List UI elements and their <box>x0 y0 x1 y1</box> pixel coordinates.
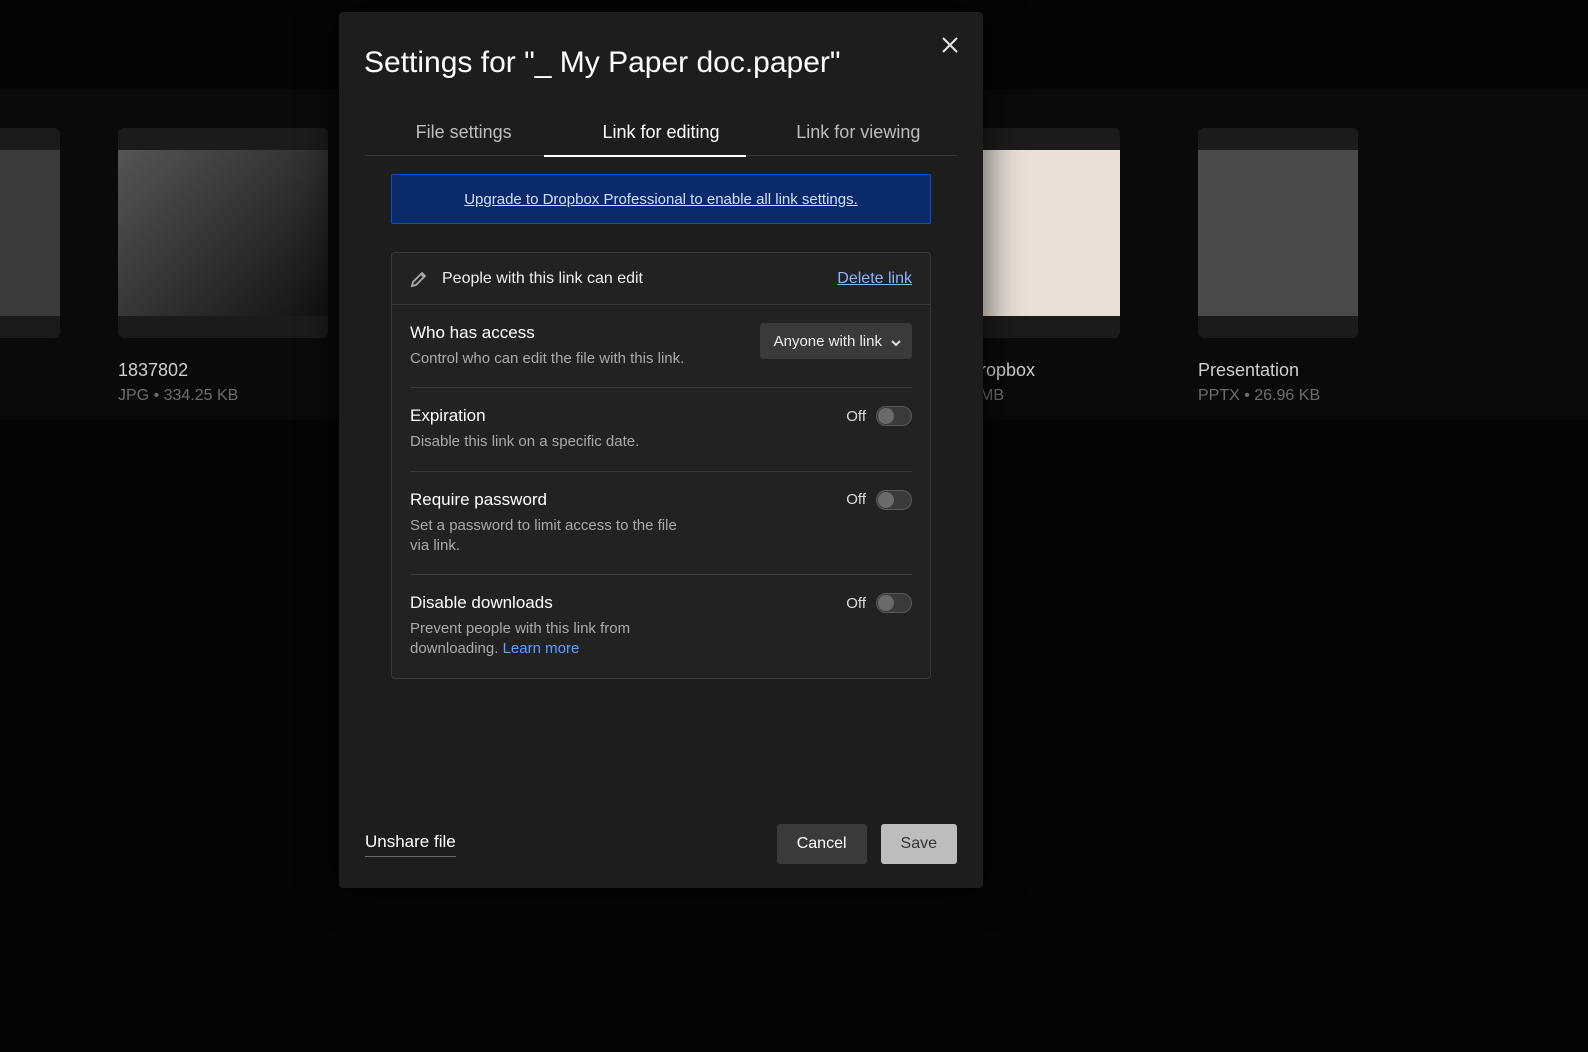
active-tab-indicator <box>544 155 746 157</box>
cancel-button[interactable]: Cancel <box>777 824 867 864</box>
file-card: 1837802 JPG • 334.25 KB <box>118 128 328 405</box>
unshare-file-link[interactable]: Unshare file <box>365 832 456 857</box>
setting-desc: Set a password to limit access to the fi… <box>410 516 690 557</box>
tabs: File settings Link for editing Link for … <box>365 108 957 156</box>
toggle-knob <box>878 492 894 508</box>
file-thumb <box>1198 128 1358 338</box>
setting-desc: Disable this link on a specific date. <box>410 432 690 452</box>
setting-title: Who has access <box>410 323 760 343</box>
delete-link[interactable]: Delete link <box>837 270 912 288</box>
file-card: er?dl=0 <box>0 128 60 387</box>
setting-desc: Prevent people with this link from downl… <box>410 619 690 660</box>
tab-link-for-viewing[interactable]: Link for viewing <box>760 108 957 156</box>
toggle-knob <box>878 408 894 424</box>
file-name: ropbox <box>980 360 1120 381</box>
chevron-down-icon <box>890 336 902 353</box>
file-name: 1837802 <box>118 360 328 381</box>
toggle-knob <box>878 595 894 611</box>
file-thumb <box>0 128 60 338</box>
file-thumb <box>980 128 1120 338</box>
file-meta: PPTX • 26.96 KB <box>1198 387 1358 405</box>
row-expiration: Expiration Disable this link on a specif… <box>392 388 930 470</box>
close-button[interactable] <box>939 34 961 56</box>
file-name: Presentation <box>1198 360 1358 381</box>
setting-title: Expiration <box>410 406 846 426</box>
downloads-toggle[interactable] <box>876 593 912 613</box>
upgrade-link[interactable]: Upgrade to Dropbox Professional to enabl… <box>464 191 858 208</box>
setting-desc: Control who can edit the file with this … <box>410 349 690 369</box>
access-dropdown[interactable]: Anyone with link <box>760 323 912 359</box>
pencil-icon <box>410 270 428 288</box>
file-meta: JPG • 334.25 KB <box>118 387 328 405</box>
password-toggle[interactable] <box>876 490 912 510</box>
row-who-has-access: Who has access Control who can edit the … <box>392 305 930 387</box>
dialog-footer: Unshare file Cancel Save <box>365 822 957 866</box>
toggle-state-label: Off <box>846 491 866 508</box>
setting-title: Require password <box>410 490 846 510</box>
row-disable-downloads: Disable downloads Prevent people with th… <box>392 575 930 678</box>
expiration-toggle[interactable] <box>876 406 912 426</box>
file-thumb <box>118 128 328 338</box>
toggle-state-label: Off <box>846 408 866 425</box>
panel-header: People with this link can edit Delete li… <box>392 253 930 305</box>
settings-dialog: Settings for "_ My Paper doc.paper" File… <box>339 12 983 888</box>
panel-header-text: People with this link can edit <box>442 270 837 288</box>
save-button[interactable]: Save <box>881 824 957 864</box>
file-card: ropbox MB <box>980 128 1120 405</box>
file-card: Presentation PPTX • 26.96 KB <box>1198 128 1358 405</box>
toggle-state-label: Off <box>846 595 866 612</box>
dialog-title: Settings for "_ My Paper doc.paper" <box>364 46 841 80</box>
file-name: er?dl=0 <box>0 360 60 381</box>
tab-link-for-editing[interactable]: Link for editing <box>562 108 759 156</box>
close-icon <box>941 36 959 54</box>
link-settings-panel: People with this link can edit Delete li… <box>391 252 931 679</box>
tab-file-settings[interactable]: File settings <box>365 108 562 156</box>
upgrade-banner: Upgrade to Dropbox Professional to enabl… <box>391 174 931 224</box>
learn-more-link[interactable]: Learn more <box>503 640 580 657</box>
access-dropdown-value: Anyone with link <box>774 333 882 350</box>
row-require-password: Require password Set a password to limit… <box>392 472 930 575</box>
file-meta: MB <box>980 387 1120 405</box>
setting-title: Disable downloads <box>410 593 846 613</box>
